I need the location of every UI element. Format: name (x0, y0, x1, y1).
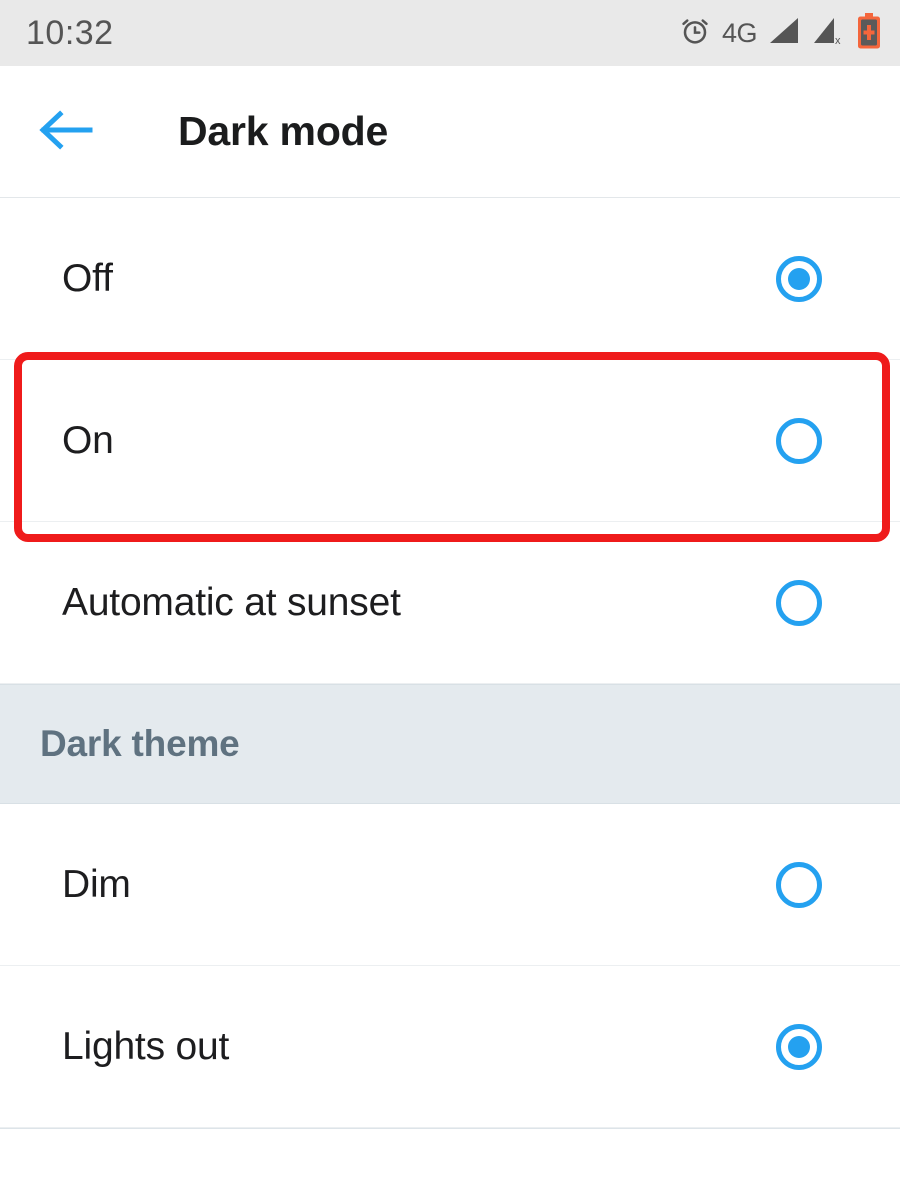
radio-on[interactable] (776, 417, 822, 464)
page-title: Dark mode (178, 108, 389, 154)
status-bar: 10:32 4G x (0, 0, 900, 66)
phone-screen: 10:32 4G x Dark mode Off On Automatic at… (0, 0, 900, 1200)
option-row-automatic-at-sunset[interactable]: Automatic at sunset (0, 522, 900, 684)
arrow-left-icon (36, 107, 94, 156)
list-bottom-space (0, 1129, 900, 1200)
radio-automatic-at-sunset[interactable] (776, 579, 822, 626)
signal-bars-no-service-icon: x (812, 16, 845, 51)
back-button[interactable] (36, 107, 122, 156)
section-header-dark-theme: Dark theme (0, 684, 900, 804)
option-row-lights-out[interactable]: Lights out (0, 966, 900, 1128)
radio-dim[interactable] (776, 861, 822, 908)
svg-text:x: x (835, 35, 841, 46)
option-label-lights-out: Lights out (62, 1025, 230, 1068)
alarm-clock-icon (679, 15, 711, 52)
settings-list: Off On Automatic at sunset Dark theme Di… (0, 198, 900, 1200)
option-row-off[interactable]: Off (0, 198, 900, 360)
radio-off[interactable] (776, 255, 822, 302)
radio-lights-out[interactable] (776, 1023, 822, 1070)
network-type-label: 4G (721, 17, 758, 48)
option-row-dim[interactable]: Dim (0, 804, 900, 966)
app-bar: Dark mode (0, 66, 900, 198)
option-label-on: On (62, 419, 114, 462)
status-bar-clock: 10:32 (26, 14, 114, 52)
battery-charging-icon (856, 12, 882, 55)
option-row-on[interactable]: On (0, 360, 900, 522)
section-header-label: Dark theme (40, 723, 240, 764)
status-bar-icons: 4G x (679, 12, 882, 55)
signal-bars-icon (768, 16, 801, 51)
option-label-dim: Dim (62, 863, 131, 906)
option-label-automatic-at-sunset: Automatic at sunset (62, 581, 401, 624)
option-label-off: Off (62, 257, 113, 300)
